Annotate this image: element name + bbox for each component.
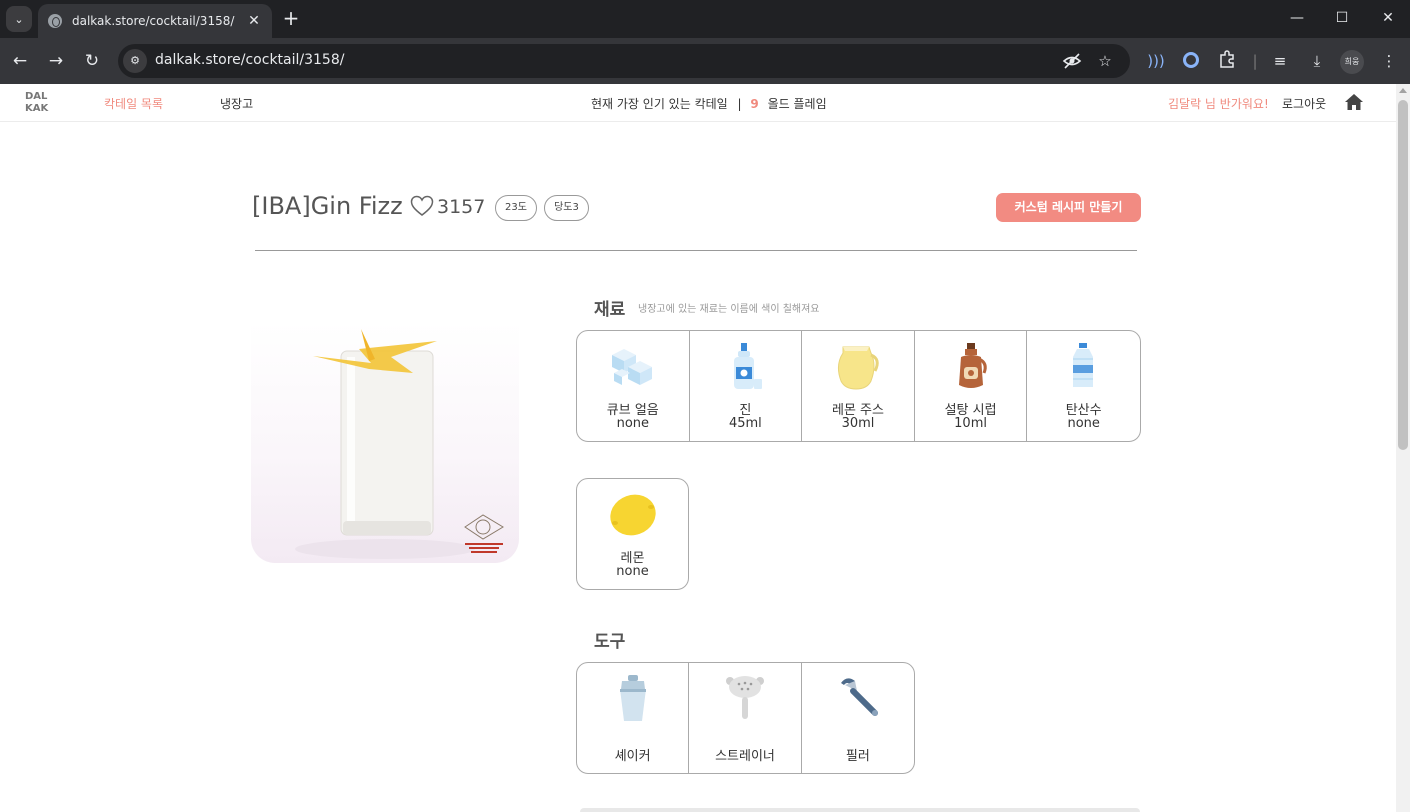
new-tab-plus-icon[interactable]: +: [280, 6, 302, 30]
tool-card[interactable]: 스트레이너: [689, 663, 802, 773]
tab-title: dalkak.store/cocktail/3158/: [72, 14, 235, 28]
ingredients-title: 재료: [594, 300, 626, 320]
gin-bottle-icon: [721, 341, 771, 391]
title-divider: [255, 250, 1137, 251]
popular-rank: 9: [750, 97, 759, 111]
popular-label: 현재 가장 인기 있는 칵테일: [591, 97, 728, 111]
tool-card[interactable]: 필러: [802, 663, 914, 773]
user-greeting: 김달락 님 반가워요!: [1168, 97, 1269, 111]
popular-name: 올드 플레임: [767, 97, 827, 111]
tool-card[interactable]: 셰이커: [577, 663, 690, 773]
logout-link[interactable]: 로그아웃: [1282, 95, 1326, 112]
cocktail-title: [IBA]Gin Fizz: [252, 192, 403, 220]
sweetness-tag: 당도3: [544, 195, 589, 221]
ingredient-grid-row-2: 레몬 none: [576, 478, 689, 590]
shaker-icon: [608, 673, 658, 723]
tool-name: 셰이커: [614, 749, 651, 764]
browser-tab-active[interactable]: dalkak.store/cocktail/3158/ ✕: [38, 4, 272, 38]
bookmark-star-icon[interactable]: ☆: [1095, 51, 1115, 71]
logo-line-2: KAK: [25, 103, 49, 114]
ingredient-amount: none: [616, 564, 649, 579]
lemon-icon: [608, 489, 658, 539]
tab-close-icon[interactable]: ✕: [246, 13, 262, 29]
eye-slash-icon[interactable]: [1062, 51, 1082, 71]
syrup-bottle-icon: [946, 341, 996, 391]
download-icon[interactable]: ⤓: [1306, 50, 1328, 72]
custom-recipe-button[interactable]: 커스텀 레시피 만들기: [996, 193, 1141, 222]
lemon-juice-pitcher-icon: [833, 341, 883, 391]
media-queue-icon[interactable]: ≡: [1269, 50, 1291, 72]
next-section-edge: [580, 808, 1140, 812]
kebab-menu-icon[interactable]: ⋮: [1378, 50, 1400, 72]
tool-grid: 셰이커 스트레이너 필러: [576, 662, 915, 774]
scroll-up-arrow-icon[interactable]: [1399, 88, 1407, 93]
ingredient-grid: 큐브 얼음 none 진 45ml 레몬 주스 30ml 설탕 시럽 10ml …: [576, 330, 1141, 442]
logo-line-1: DAL: [25, 91, 48, 102]
scrollbar-thumb[interactable]: [1398, 100, 1408, 450]
window-close-icon[interactable]: ✕: [1373, 6, 1403, 30]
like-count: 3157: [437, 196, 486, 218]
ingredients-hint: 냉장고에 있는 재료는 이름에 색이 칠해져요: [638, 304, 820, 315]
extension-wave-icon[interactable]: ))): [1145, 50, 1167, 72]
ingredient-amount: 10ml: [954, 416, 987, 431]
popular-cocktail-banner[interactable]: 현재 가장 인기 있는 칵테일 | 9 올드 플레임: [591, 95, 827, 112]
ingredient-card[interactable]: 레몬 주스 30ml: [802, 331, 915, 441]
ingredient-amount: none: [1067, 416, 1100, 431]
ice-cube-icon: [608, 341, 658, 391]
reload-icon[interactable]: ↻: [81, 50, 103, 72]
ingredient-amount: 30ml: [841, 416, 875, 431]
ingredient-card[interactable]: 레몬 none: [577, 479, 688, 589]
maximize-icon[interactable]: ☐: [1327, 6, 1357, 30]
puzzle-extensions-icon[interactable]: [1216, 50, 1238, 72]
popular-separator: |: [737, 97, 742, 111]
browser-toolbar: ← → ↻ ⚙ dalkak.store/cocktail/3158/ ☆ ))…: [0, 38, 1410, 84]
ingredient-card[interactable]: 설탕 시럽 10ml: [915, 331, 1028, 441]
address-bar[interactable]: ⚙ dalkak.store/cocktail/3158/ ☆: [118, 44, 1130, 78]
site-header: DAL KAK 칵테일 목록 냉장고 현재 가장 인기 있는 칵테일 | 9 올…: [0, 84, 1396, 122]
nav-fridge[interactable]: 냉장고: [220, 95, 253, 112]
tools-title: 도구: [594, 632, 626, 652]
peeler-icon: [833, 673, 883, 723]
ingredient-amount: 45ml: [728, 416, 762, 431]
heart-like-icon[interactable]: [410, 195, 434, 217]
home-icon[interactable]: [1344, 93, 1364, 111]
site-logo[interactable]: DAL KAK: [25, 91, 48, 115]
ingredient-card[interactable]: 탄산수 none: [1027, 331, 1140, 441]
page-scrollbar[interactable]: [1396, 84, 1410, 812]
ingredient-card[interactable]: 진 45ml: [690, 331, 803, 441]
url-text[interactable]: dalkak.store/cocktail/3158/: [155, 52, 344, 68]
forward-arrow-icon[interactable]: →: [45, 50, 67, 72]
tool-name: 스트레이너: [715, 749, 775, 764]
toolbar-divider: |: [1252, 52, 1258, 70]
ingredient-amount: none: [616, 416, 650, 431]
tab-search-chevron-icon[interactable]: ⌄: [6, 6, 32, 32]
ingredient-card[interactable]: 큐브 얼음 none: [577, 331, 690, 441]
site-info-icon[interactable]: ⚙: [123, 49, 147, 73]
extension-face-icon[interactable]: [1180, 50, 1202, 72]
cocktail-image: [251, 321, 519, 563]
strainer-icon: [720, 673, 770, 723]
abv-tag: 23도: [495, 195, 537, 221]
globe-icon: [48, 14, 62, 28]
minimize-icon[interactable]: —: [1282, 6, 1312, 30]
profile-avatar[interactable]: 희웅: [1340, 50, 1364, 74]
back-arrow-icon[interactable]: ←: [9, 50, 31, 72]
tool-name: 필러: [845, 749, 870, 764]
nav-cocktail-list[interactable]: 칵테일 목록: [104, 95, 163, 112]
soda-water-bottle-icon: [1058, 341, 1108, 391]
browser-tab-bar: ⌄ dalkak.store/cocktail/3158/ ✕ + — ☐ ✕: [0, 0, 1410, 38]
